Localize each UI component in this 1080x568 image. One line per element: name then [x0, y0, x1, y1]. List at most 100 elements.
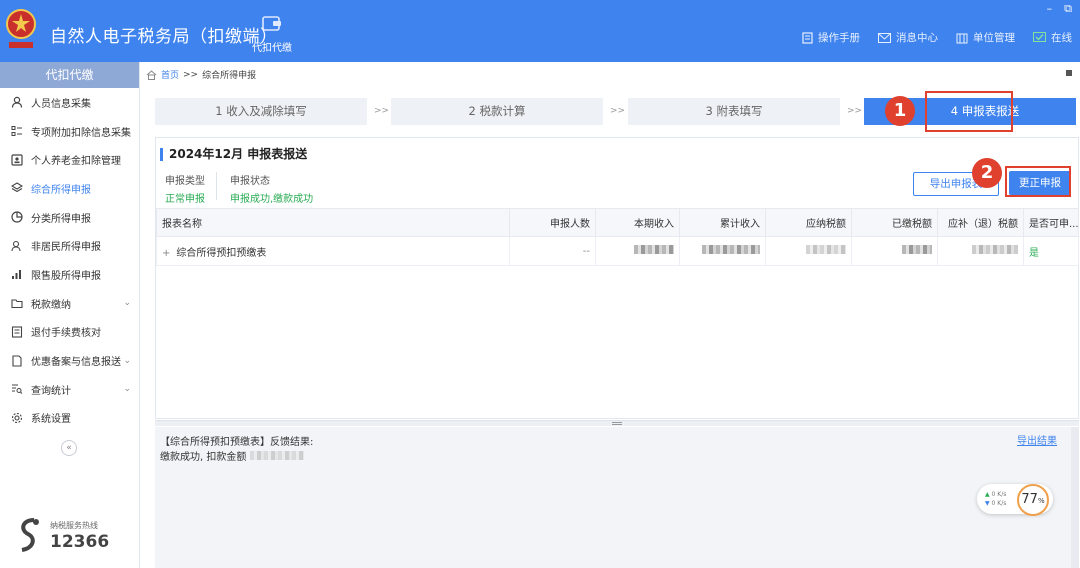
- breadcrumb-home-link[interactable]: 首页: [161, 68, 179, 81]
- declare-type-value: 正常申报: [165, 194, 205, 205]
- download-arrow-icon: ▼: [985, 500, 990, 507]
- table-row[interactable]: + 综合所得预扣预缴表 -- 是: [156, 236, 1079, 266]
- sidebar-collapse-button[interactable]: «: [61, 440, 77, 456]
- sidebar-item-preferential-filing[interactable]: 优惠备案与信息报送 ⌄: [0, 346, 139, 375]
- minimize-button[interactable]: –: [1047, 2, 1053, 16]
- declare-status-value: 申报成功,缴款成功: [230, 194, 314, 205]
- sidebar-item-special-deduction[interactable]: 专项附加扣除信息采集: [0, 117, 139, 146]
- report-panel: 2024年12月 申报表报送 申报类型 正常申报 申报状态 申报成功,缴款成功 …: [155, 137, 1079, 419]
- chevron-down-icon: ⌄: [123, 384, 131, 395]
- messages-link[interactable]: 消息中心: [878, 30, 938, 45]
- sidebar-item-restricted-stock[interactable]: 限售股所得申报: [0, 260, 139, 289]
- manual-link-label: 操作手册: [818, 32, 860, 44]
- table-header-row: 报表名称 申报人数 本期收入 累计收入 应纳税额 已缴税额 应补（退）税额 是否…: [156, 208, 1079, 237]
- declare-status-block: 申报状态 申报成功,缴款成功: [230, 172, 313, 205]
- unit-management-link[interactable]: 单位管理: [956, 30, 1015, 45]
- expand-row-icon[interactable]: +: [162, 248, 170, 259]
- sidebar-item-query-stats[interactable]: 查询统计 ⌄: [0, 375, 139, 404]
- annotation-marker-2: 2: [972, 158, 1002, 188]
- sidebar-item-person-info[interactable]: 人员信息采集: [0, 88, 139, 117]
- step-separator: >>: [374, 106, 390, 116]
- redacted-value: [902, 245, 932, 254]
- messages-link-label: 消息中心: [896, 32, 938, 44]
- sidebar-item-settings[interactable]: 系统设置: [0, 404, 139, 433]
- sidebar-item-pension[interactable]: 个人养老金扣除管理: [0, 145, 139, 174]
- cell-tax-paid: [851, 236, 938, 266]
- network-speed-widget[interactable]: ▲ 0 K/s ▼ 0 K/s 77%: [977, 484, 1053, 516]
- nav-daikou-button[interactable]: 代扣代缴: [250, 14, 294, 54]
- step-attachment[interactable]: 3 附表填写: [628, 98, 840, 125]
- cell-current-income: [595, 236, 680, 266]
- panel-splitter[interactable]: [155, 420, 1079, 426]
- hotline-label: 纳税服务热线: [50, 521, 98, 530]
- redacted-value: [634, 245, 674, 254]
- memory-gauge: 77%: [1017, 484, 1049, 516]
- unit-management-label: 单位管理: [973, 32, 1015, 44]
- col-current-income: 本期收入: [595, 208, 680, 237]
- cell-cumulative-income: [679, 236, 766, 266]
- col-declare-count: 申报人数: [509, 208, 596, 237]
- sidebar-item-label: 税款缴纳: [31, 299, 71, 311]
- annotation-box-2: [1005, 166, 1071, 197]
- upload-arrow-icon: ▲: [985, 491, 990, 498]
- sidebar-item-label: 个人养老金扣除管理: [31, 156, 121, 168]
- list-icon: [10, 124, 24, 138]
- manual-link[interactable]: 操作手册: [802, 30, 860, 45]
- page-icon: [10, 354, 24, 368]
- sidebar-item-label: 限售股所得申报: [31, 270, 101, 282]
- pie-icon: [10, 210, 24, 224]
- manual-icon: [802, 31, 813, 44]
- card-icon: [10, 153, 24, 167]
- col-report-name: 报表名称: [156, 208, 510, 237]
- app-header: 自然人电子税务局（扣缴端） 代扣代缴 – ⧉ 操作手册 消息中心 单位管理 在线: [0, 0, 1080, 62]
- sidebar-item-label: 综合所得申报: [31, 184, 91, 196]
- annotation-marker-1: 1: [885, 96, 915, 126]
- sidebar-item-classified-income[interactable]: 分类所得申报: [0, 203, 139, 232]
- building-icon: [956, 33, 968, 43]
- sidebar-item-label: 专项附加扣除信息采集: [31, 127, 131, 139]
- redacted-value: [806, 245, 846, 254]
- result-message-text: 缴款成功, 扣款金额: [160, 452, 247, 463]
- sidebar-item-label: 优惠备案与信息报送: [31, 357, 121, 369]
- speed-readout: ▲ 0 K/s ▼ 0 K/s: [985, 490, 1006, 508]
- col-can-declare: 是否可申...: [1023, 208, 1079, 237]
- cell-tax-payable: [765, 236, 852, 266]
- col-cumulative-income: 累计收入: [679, 208, 766, 237]
- sidebar-item-nonresident[interactable]: 非居民所得申报: [0, 231, 139, 260]
- splitter-grip[interactable]: [612, 422, 622, 425]
- folder-icon: [10, 296, 24, 310]
- step-separator: >>: [610, 106, 626, 116]
- sidebar-item-label: 非居民所得申报: [31, 242, 101, 254]
- app-title: 自然人电子税务局（扣缴端）: [50, 27, 278, 47]
- sidebar-item-refund-fee[interactable]: 退付手续费核对: [0, 318, 139, 347]
- report-table: 报表名称 申报人数 本期收入 累计收入 应纳税额 已缴税额 应补（退）税额 是否…: [156, 208, 1079, 266]
- layers-icon: [10, 181, 24, 195]
- online-check-icon: [1033, 31, 1046, 42]
- nav-daikou-label: 代扣代缴: [252, 43, 292, 54]
- person-outline-icon: [10, 239, 24, 253]
- online-status[interactable]: 在线: [1033, 30, 1072, 45]
- export-result-link[interactable]: 导出结果: [1017, 432, 1057, 447]
- bars-icon: [10, 267, 24, 281]
- upload-speed: 0 K/s: [991, 491, 1007, 498]
- result-scrollbar[interactable]: [1071, 427, 1079, 568]
- sidebar-title: 代扣代缴: [0, 62, 139, 88]
- sidebar-item-tax-payment[interactable]: 税款缴纳 ⌄: [0, 289, 139, 318]
- window-controls: – ⧉: [1047, 2, 1072, 16]
- mail-icon: [878, 32, 891, 43]
- person-icon: [10, 95, 24, 109]
- panel-toggle-icon[interactable]: [1066, 70, 1072, 76]
- sidebar-item-label: 查询统计: [31, 385, 71, 397]
- hotline-logo-icon: [21, 518, 39, 552]
- step-tax-calculation[interactable]: 2 税款计算: [391, 98, 603, 125]
- hotline-number: 12366: [50, 532, 110, 552]
- sidebar: 代扣代缴 人员信息采集 专项附加扣除信息采集 个人养老金扣除管理 综合所得申报 …: [0, 62, 140, 568]
- maximize-button[interactable]: ⧉: [1064, 2, 1072, 16]
- sidebar-item-comprehensive-income[interactable]: 综合所得申报: [0, 174, 139, 203]
- gauge-percent-unit: %: [1037, 497, 1045, 505]
- declare-type-block: 申报类型 正常申报: [165, 172, 205, 205]
- result-panel: 【综合所得预扣预缴表】反馈结果: 缴款成功, 扣款金额 导出结果: [155, 427, 1079, 568]
- redacted-value: [702, 245, 760, 254]
- step-income-deduction[interactable]: 1 收入及减除填写: [155, 98, 367, 125]
- cell-declare-count: --: [509, 236, 596, 266]
